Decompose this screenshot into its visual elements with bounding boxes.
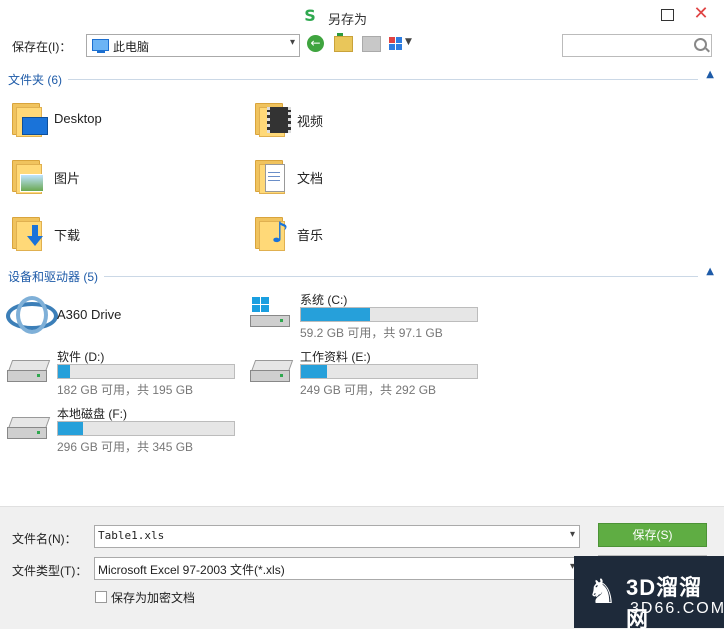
devices-group-header[interactable]: 设备和驱动器 (5) ▲	[8, 266, 716, 285]
search-input[interactable]	[562, 34, 712, 57]
windows-drive-icon	[250, 297, 292, 327]
encrypt-label: 保存为加密文档	[111, 591, 196, 605]
drive-name: 工作资料 (E:)	[300, 350, 371, 364]
save-button[interactable]: 保存(S)	[598, 523, 707, 547]
folder-label: Desktop	[54, 111, 102, 126]
filename-input[interactable]: Table1.xls ▾	[94, 525, 580, 548]
a360-drive-label: A360 Drive	[57, 307, 122, 322]
computer-icon	[92, 39, 109, 53]
location-text: 此电脑	[113, 40, 150, 54]
drive-e[interactable]: 工作资料 (E:) 249 GB 可用，共 292 GB	[250, 348, 490, 398]
toolbar: 保存在(I)： 此电脑 ▾ ← ▼	[0, 32, 724, 60]
filetype-label: 文件类型(T)：	[12, 564, 88, 578]
drive-f[interactable]: 本地磁盘 (F:) 296 GB 可用，共 345 GB	[7, 405, 247, 455]
drive-d[interactable]: 软件 (D:) 182 GB 可用，共 195 GB	[7, 348, 247, 398]
chevron-down-icon: ▾	[289, 37, 295, 48]
hard-drive-icon	[7, 360, 51, 382]
watermark: ♞ 3D溜溜网 3D66.COM	[574, 556, 724, 632]
collapse-icon[interactable]: ▲	[706, 69, 714, 80]
filetype-select[interactable]: Microsoft Excel 97-2003 文件(*.xls) ▾	[94, 557, 580, 580]
filename-value: Table1.xls	[98, 529, 165, 542]
drive-usage-fill	[58, 365, 71, 378]
window-title: 另存为	[328, 12, 368, 27]
hard-drive-icon	[250, 360, 294, 382]
drive-usage-fill	[301, 365, 328, 378]
folder-label: 图片	[54, 171, 81, 186]
folder-label: 文档	[297, 171, 324, 186]
drive-info: 249 GB 可用，共 292 GB	[300, 383, 437, 397]
drive-name: 系统 (C:)	[300, 293, 348, 307]
folder-label: 视频	[297, 114, 324, 129]
drive-usage-fill	[58, 422, 83, 435]
up-folder-button[interactable]	[334, 33, 353, 52]
deer-logo-icon: ♞	[586, 572, 618, 612]
group-divider	[104, 276, 698, 277]
drive-info: 59.2 GB 可用，共 97.1 GB	[300, 326, 443, 340]
drive-info: 296 GB 可用，共 345 GB	[57, 440, 194, 454]
pictures-folder-icon	[12, 156, 44, 194]
maximize-button[interactable]	[654, 4, 680, 26]
folder-item-music[interactable]: ♪ 音乐	[251, 211, 481, 251]
folders-group-title: 文件夹 (6)	[8, 71, 69, 88]
location-select[interactable]: 此电脑 ▾	[86, 34, 300, 57]
videos-folder-icon	[255, 99, 291, 137]
drive-usage-bar	[300, 364, 478, 379]
music-folder-icon: ♪	[255, 213, 289, 251]
folders-group-header[interactable]: 文件夹 (6) ▲	[8, 69, 716, 88]
a360-drive-icon	[4, 294, 58, 334]
filetype-value: Microsoft Excel 97-2003 文件(*.xls)	[98, 563, 285, 577]
drive-usage-bar	[57, 421, 235, 436]
folder-item-desktop[interactable]: Desktop	[8, 97, 238, 137]
search-icon	[694, 38, 707, 51]
view-menu-button[interactable]: ▼	[389, 36, 414, 51]
new-folder-button[interactable]	[362, 36, 381, 52]
folder-item-pictures[interactable]: 图片	[8, 154, 238, 194]
drive-name: 软件 (D:)	[57, 350, 105, 364]
devices-group-title: 设备和驱动器 (5)	[8, 268, 105, 285]
watermark-site: 3D66.COM	[630, 600, 724, 617]
drive-c[interactable]: 系统 (C:) 59.2 GB 可用，共 97.1 GB	[250, 291, 490, 341]
filename-label: 文件名(N)：	[12, 532, 77, 546]
hard-drive-icon	[7, 417, 51, 439]
collapse-icon[interactable]: ▲	[706, 266, 714, 277]
save-in-label: 保存在(I)：	[12, 40, 72, 54]
encrypt-checkbox[interactable]	[95, 591, 107, 603]
group-divider	[68, 79, 698, 80]
folder-item-documents[interactable]: 文档	[251, 154, 481, 194]
documents-folder-icon	[255, 156, 285, 194]
close-button[interactable]: ✕	[686, 2, 716, 26]
drive-usage-bar	[300, 307, 478, 322]
desktop-folder-icon	[12, 99, 48, 137]
chevron-down-icon[interactable]: ▾	[570, 529, 575, 540]
wps-logo-icon: S	[304, 6, 316, 25]
drive-usage-bar	[57, 364, 235, 379]
a360-drive-item[interactable]: A360 Drive	[4, 290, 234, 336]
folder-item-downloads[interactable]: 下载	[8, 211, 238, 251]
title-bar: S 另存为 ✕	[0, 0, 724, 32]
drive-info: 182 GB 可用，共 195 GB	[57, 383, 194, 397]
folder-label: 音乐	[297, 228, 324, 243]
downloads-folder-icon	[12, 213, 43, 251]
folder-item-videos[interactable]: 视频	[251, 97, 481, 137]
folder-label: 下载	[54, 228, 81, 243]
back-button[interactable]: ←	[307, 35, 324, 52]
drive-usage-fill	[301, 308, 370, 321]
drive-name: 本地磁盘 (F:)	[57, 407, 127, 421]
